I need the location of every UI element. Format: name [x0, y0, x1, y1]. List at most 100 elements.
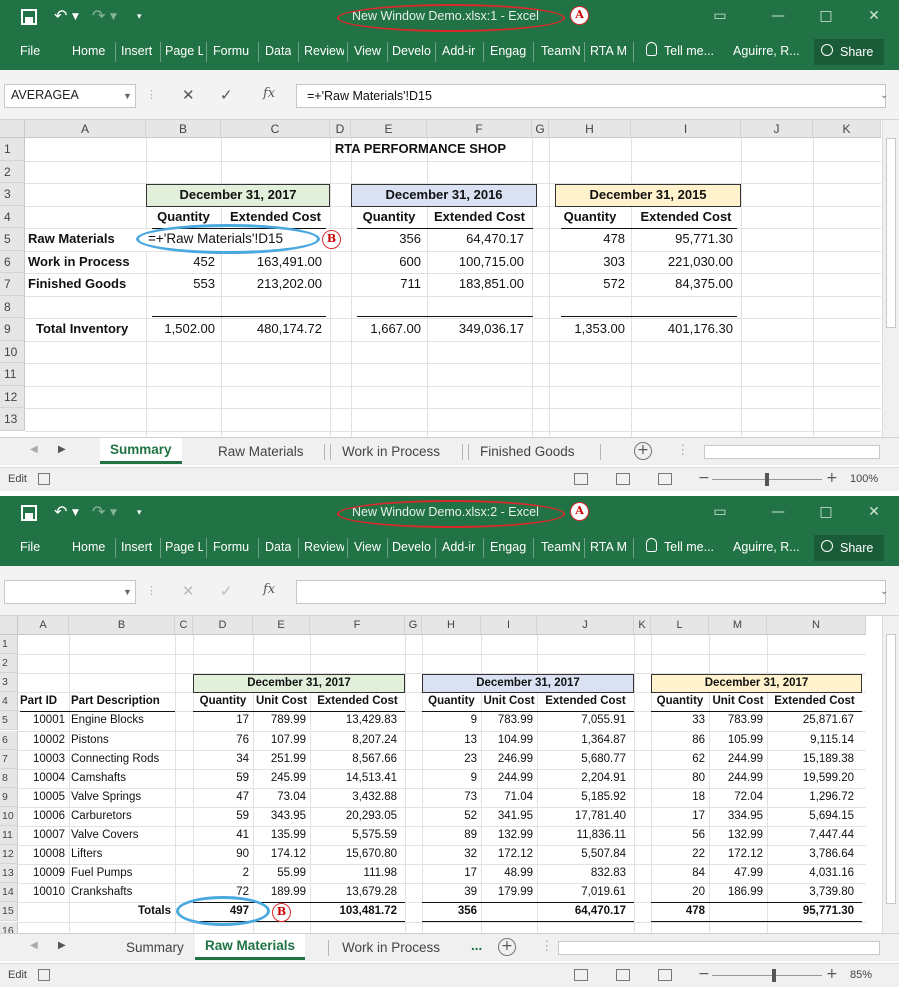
- column-header-L[interactable]: L: [651, 616, 709, 635]
- page-break-preview-icon[interactable]: [658, 969, 672, 981]
- row-header-7[interactable]: 7: [0, 749, 18, 769]
- cancel-entry-icon[interactable]: ✕: [182, 86, 195, 104]
- ribbon-tab-addir[interactable]: Add-ir: [442, 44, 475, 58]
- row-header-8[interactable]: 8: [0, 295, 25, 318]
- horizontal-scrollbar[interactable]: [558, 941, 880, 955]
- row-header-8[interactable]: 8: [0, 768, 18, 788]
- new-sheet-button[interactable]: +: [634, 442, 652, 460]
- new-sheet-button[interactable]: +: [498, 938, 516, 956]
- row-header-16[interactable]: 16: [0, 921, 18, 933]
- zoom-percent[interactable]: 85%: [850, 969, 872, 981]
- scroll-tabs-right-icon[interactable]: ▶: [58, 444, 66, 455]
- ribbon-tab-view[interactable]: View: [354, 44, 381, 58]
- ribbon-tab-formu[interactable]: Formu: [213, 44, 249, 58]
- row-header-1[interactable]: 1: [0, 635, 18, 655]
- row-header-12[interactable]: 12: [0, 385, 25, 408]
- customize-quick-access-icon[interactable]: ▾: [137, 12, 142, 22]
- sheet-tab-raw-materials[interactable]: Raw Materials: [218, 444, 304, 459]
- name-box-dropdown-icon[interactable]: ▼: [123, 91, 132, 101]
- column-header-I[interactable]: I: [631, 120, 741, 138]
- ribbon-tab-develo[interactable]: Develo: [392, 44, 431, 58]
- row-header-5[interactable]: 5: [0, 711, 18, 731]
- page-layout-view-icon[interactable]: [616, 473, 630, 485]
- zoom-in-icon[interactable]: +: [826, 470, 838, 486]
- column-header-J[interactable]: J: [741, 120, 813, 138]
- ribbon-tab-file[interactable]: File: [20, 44, 40, 58]
- row-header-4[interactable]: 4: [0, 692, 18, 712]
- row-header-9[interactable]: 9: [0, 787, 18, 807]
- page-break-preview-icon[interactable]: [658, 473, 672, 485]
- normal-view-icon[interactable]: [574, 969, 588, 981]
- macro-record-icon[interactable]: [38, 969, 50, 981]
- ribbon-tab-formu[interactable]: Formu: [213, 540, 249, 554]
- name-box-dropdown-icon[interactable]: ▼: [123, 587, 132, 597]
- sheet-tab-raw-materials[interactable]: Raw Materials: [195, 934, 306, 960]
- insert-function-icon[interactable]: fx: [263, 582, 275, 597]
- share-button[interactable]: Share: [814, 39, 884, 65]
- row-header-2[interactable]: 2: [0, 160, 25, 183]
- confirm-entry-icon[interactable]: ✓: [220, 86, 233, 104]
- zoom-slider-thumb[interactable]: [765, 473, 769, 486]
- ribbon-display-options-icon[interactable]: ▭: [712, 504, 728, 520]
- column-header-B[interactable]: B: [146, 120, 221, 138]
- row-header-4[interactable]: 4: [0, 205, 25, 228]
- macro-record-icon[interactable]: [38, 473, 50, 485]
- ribbon-tab-teamn[interactable]: TeamN: [541, 540, 581, 554]
- name-box[interactable]: ▼: [4, 580, 136, 604]
- row-header-6[interactable]: 6: [0, 730, 18, 750]
- column-header-D[interactable]: D: [193, 616, 253, 635]
- ribbon-tab-view[interactable]: View: [354, 540, 381, 554]
- column-header-H[interactable]: H: [549, 120, 631, 138]
- zoom-slider-thumb[interactable]: [771, 969, 776, 982]
- scroll-tabs-left-icon[interactable]: ◀: [30, 444, 38, 455]
- account-name[interactable]: Aguirre, R...: [733, 44, 800, 58]
- account-name[interactable]: Aguirre, R...: [733, 540, 800, 554]
- row-header-3[interactable]: 3: [0, 673, 18, 693]
- ribbon-tab-pagel[interactable]: Page L: [165, 540, 203, 554]
- row-header-6[interactable]: 6: [0, 250, 25, 273]
- column-header-F[interactable]: F: [310, 616, 405, 635]
- column-header-G[interactable]: G: [405, 616, 422, 635]
- row-header-7[interactable]: 7: [0, 273, 25, 296]
- undo-icon[interactable]: ↶: [54, 502, 67, 521]
- row-header-2[interactable]: 2: [0, 654, 18, 674]
- maximize-icon[interactable]: □: [818, 504, 834, 520]
- row-header-3[interactable]: 3: [0, 183, 25, 206]
- ribbon-tab-rtam[interactable]: RTA M: [590, 44, 627, 58]
- row-header-9[interactable]: 9: [0, 318, 25, 341]
- ribbon-tab-file[interactable]: File: [20, 540, 40, 554]
- vertical-scrollbar[interactable]: [882, 120, 899, 437]
- column-header-J[interactable]: J: [537, 616, 634, 635]
- customize-quick-access-icon[interactable]: ▾: [137, 508, 142, 518]
- undo-icon[interactable]: ↶: [54, 6, 67, 25]
- minimize-icon[interactable]: —: [770, 8, 786, 24]
- sheet-tab-summary[interactable]: Summary: [126, 940, 184, 955]
- ribbon-tab-home[interactable]: Home: [72, 540, 105, 554]
- save-icon[interactable]: [21, 505, 37, 521]
- undo-dropdown-icon[interactable]: ▼: [72, 508, 79, 518]
- row-header-13[interactable]: 13: [0, 408, 25, 431]
- formula-input[interactable]: [296, 580, 886, 604]
- normal-view-icon[interactable]: [574, 473, 588, 485]
- scroll-tabs-left-icon[interactable]: ◀: [30, 940, 38, 951]
- close-icon[interactable]: ✕: [866, 504, 882, 520]
- ribbon-tab-review[interactable]: Review: [304, 44, 344, 58]
- ribbon-tab-addir[interactable]: Add-ir: [442, 540, 475, 554]
- row-header-10[interactable]: 10: [0, 806, 18, 826]
- name-box[interactable]: AVERAGEA ▼: [4, 84, 136, 108]
- sheet-tab-work-in-process[interactable]: Work in Process: [342, 940, 440, 955]
- expand-formula-bar-icon[interactable]: ⌄: [880, 90, 888, 101]
- close-icon[interactable]: ✕: [866, 8, 882, 24]
- page-layout-view-icon[interactable]: [616, 969, 630, 981]
- zoom-slider[interactable]: [712, 975, 822, 976]
- row-header-12[interactable]: 12: [0, 845, 18, 865]
- scroll-thumb[interactable]: [886, 138, 896, 328]
- ribbon-tab-rtam[interactable]: RTA M: [590, 540, 627, 554]
- column-header-B[interactable]: B: [69, 616, 175, 635]
- column-header-C[interactable]: C: [221, 120, 330, 138]
- sheet-tab-work-in-process[interactable]: Work in Process: [342, 444, 440, 459]
- ribbon-tab-teamn[interactable]: TeamN: [541, 44, 581, 58]
- row-header-10[interactable]: 10: [0, 340, 25, 363]
- tell-me-search[interactable]: Tell me...: [664, 44, 714, 58]
- ribbon-tab-review[interactable]: Review: [304, 540, 344, 554]
